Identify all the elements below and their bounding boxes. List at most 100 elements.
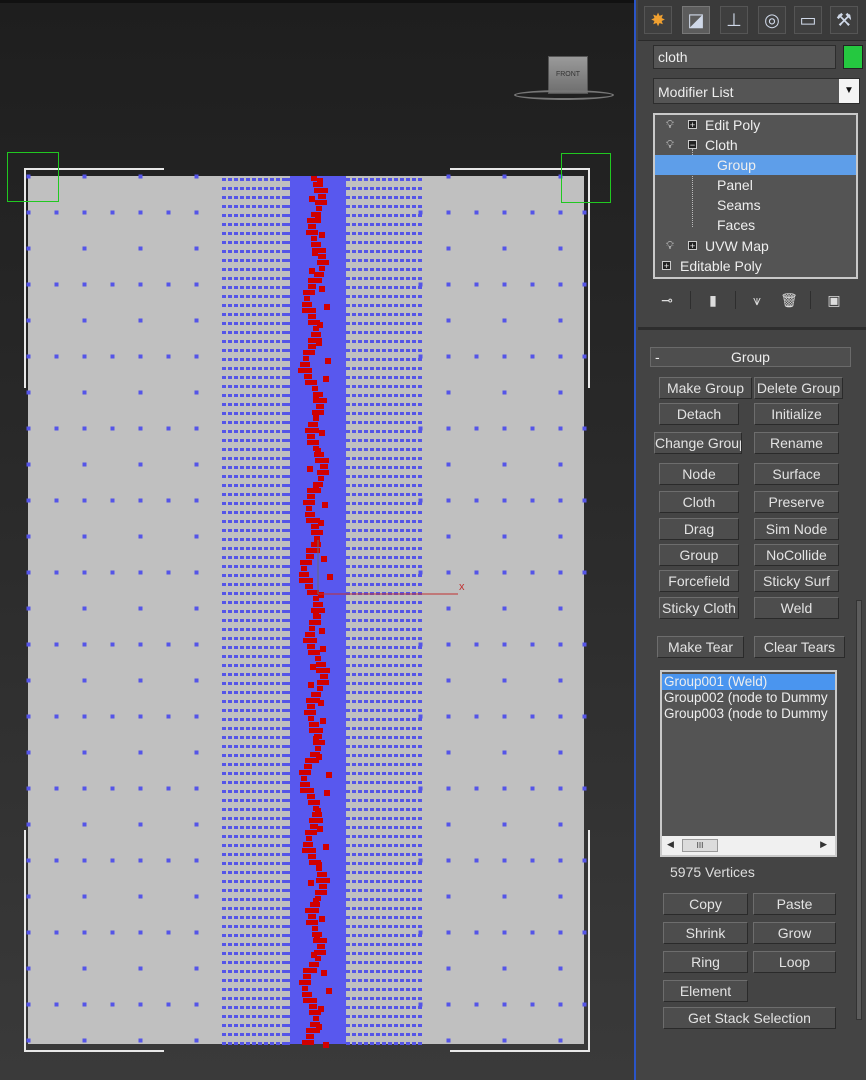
list-item[interactable]: Group001 (Weld) [662,674,835,690]
show-end-result-icon[interactable]: ▮ [702,289,724,311]
stack-subitem-group[interactable]: Group [655,155,856,175]
lightbulb-icon[interactable]: 💡︎ [665,138,675,152]
vertex-dot [228,862,232,865]
group-listbox[interactable]: Group001 (Weld) Group002 (node to Dummy … [660,670,837,857]
cloth-button[interactable]: Cloth [659,491,739,513]
sticky-cloth-button[interactable]: Sticky Cloth [659,597,739,619]
vertex-dot [282,376,286,379]
vertex-dot [270,565,274,568]
modifier-stack[interactable]: 💡︎ + Edit Poly 💡︎ − Cloth Group Panel Se… [653,113,858,279]
loop-button[interactable]: Loop [753,951,836,973]
stack-subitem-panel[interactable]: Panel [655,175,856,195]
stack-item-uvw-map[interactable]: 💡︎ + UVW Map [655,236,856,256]
paste-button[interactable]: Paste [753,893,836,915]
vertex-dot [282,232,286,235]
vertex-dot [406,178,410,181]
scroll-left-icon[interactable]: ◀ [667,839,674,850]
nocollide-button[interactable]: NoCollide [754,544,839,566]
modifier-list-dropdown[interactable]: Modifier List ▼ [653,78,860,104]
horizontal-scrollbar[interactable]: ◀ III ▶ [662,836,835,855]
surface-button[interactable]: Surface [754,463,839,485]
display-icon[interactable]: ▭ [794,6,822,34]
vertex-dot [270,214,274,217]
get-stack-selection-button[interactable]: Get Stack Selection [663,1007,836,1029]
vertex-dot [388,223,392,226]
vertex-dot [240,601,244,604]
vertex-dot [286,1033,290,1036]
grow-button[interactable]: Grow [753,922,836,944]
weld-button[interactable]: Weld [754,597,839,619]
object-name-field[interactable]: cloth [653,45,836,69]
hierarchy-icon[interactable]: ⊥ [720,6,748,34]
expand-icon[interactable]: + [662,261,671,271]
vertex-dot [264,1042,268,1045]
front-viewport[interactable]: FRONT x [0,0,636,1080]
forcefield-button[interactable]: Forcefield [659,570,739,592]
pin-stack-icon[interactable]: ⊸ [656,289,678,311]
lightbulb-icon[interactable]: 💡︎ [665,118,675,132]
initialize-button[interactable]: Initialize [754,403,839,425]
vertex-dot [264,286,268,289]
scroll-right-icon[interactable]: ▶ [820,839,827,850]
group-rollout-header[interactable]: - Group [650,347,851,367]
drag-button[interactable]: Drag [659,518,739,540]
vertex-dot [252,682,256,685]
vertex-dot [222,439,226,442]
expand-icon[interactable]: + [688,120,697,130]
list-item[interactable]: Group003 (node to Dummy [662,706,835,722]
element-button[interactable]: Element [663,980,748,1002]
preserve-button[interactable]: Preserve [754,491,839,513]
configure-modifier-sets-icon[interactable]: ▣ [823,289,845,311]
vertex-dot [376,448,380,451]
panel-scrollbar[interactable] [856,600,862,1020]
object-color-swatch[interactable] [843,45,863,69]
change-group-button[interactable]: Change Group [654,432,742,454]
utilities-icon[interactable]: ⚒ [830,6,858,34]
sticky-surf-button[interactable]: Sticky Surf [754,570,839,592]
rename-button[interactable]: Rename [754,432,839,454]
stack-item-edit-poly[interactable]: 💡︎ + Edit Poly [655,115,856,135]
copy-button[interactable]: Copy [663,893,748,915]
delete-group-button[interactable]: Delete Group [754,377,843,399]
remove-modifier-icon[interactable]: 🗑︎ [778,289,800,311]
chevron-down-icon[interactable]: ▼ [839,79,859,103]
group-button[interactable]: Group [659,544,739,566]
make-unique-icon[interactable]: ⩛ [746,289,768,311]
lightbulb-icon[interactable]: 💡︎ [665,239,675,253]
stack-item-editable-poly[interactable]: + Editable Poly [655,256,856,276]
stack-subitem-seams[interactable]: Seams [655,195,856,215]
scroll-thumb[interactable]: III [682,839,718,852]
create-icon[interactable]: ✸ [644,6,672,34]
vertex-dot [418,556,422,559]
vertex-dot [258,682,262,685]
vertex-dot [400,556,404,559]
stack-subitem-faces[interactable]: Faces [655,215,856,235]
vertex-dot [358,790,362,793]
vertex-dot [412,295,416,298]
make-tear-button[interactable]: Make Tear [657,636,744,658]
modify-icon[interactable]: ◪ [682,6,710,34]
sim-node-button[interactable]: Sim Node [754,518,839,540]
vertex-dot [400,853,404,856]
node-button[interactable]: Node [659,463,739,485]
make-group-button[interactable]: Make Group [659,377,752,399]
expand-icon[interactable]: + [688,241,697,251]
list-item[interactable]: Group002 (node to Dummy [662,690,835,706]
clear-tears-button[interactable]: Clear Tears [754,636,845,658]
vertex-dot [252,646,256,649]
vertex-dot [276,997,280,1000]
detach-button[interactable]: Detach [659,403,739,425]
weld-segment [317,944,325,949]
shrink-button[interactable]: Shrink [663,922,748,944]
collapse-icon[interactable]: − [688,140,697,150]
vertex-dot [252,475,256,478]
ring-button[interactable]: Ring [663,951,748,973]
vertex-dot [240,700,244,703]
vertex-dot [376,529,380,532]
weld-segment [310,664,316,670]
stack-item-cloth[interactable]: 💡︎ − Cloth [655,135,856,155]
motion-icon[interactable]: ◎ [758,6,786,34]
vertex-dot [358,907,362,910]
vertex-dot [346,538,350,541]
vertex-dot [400,385,404,388]
